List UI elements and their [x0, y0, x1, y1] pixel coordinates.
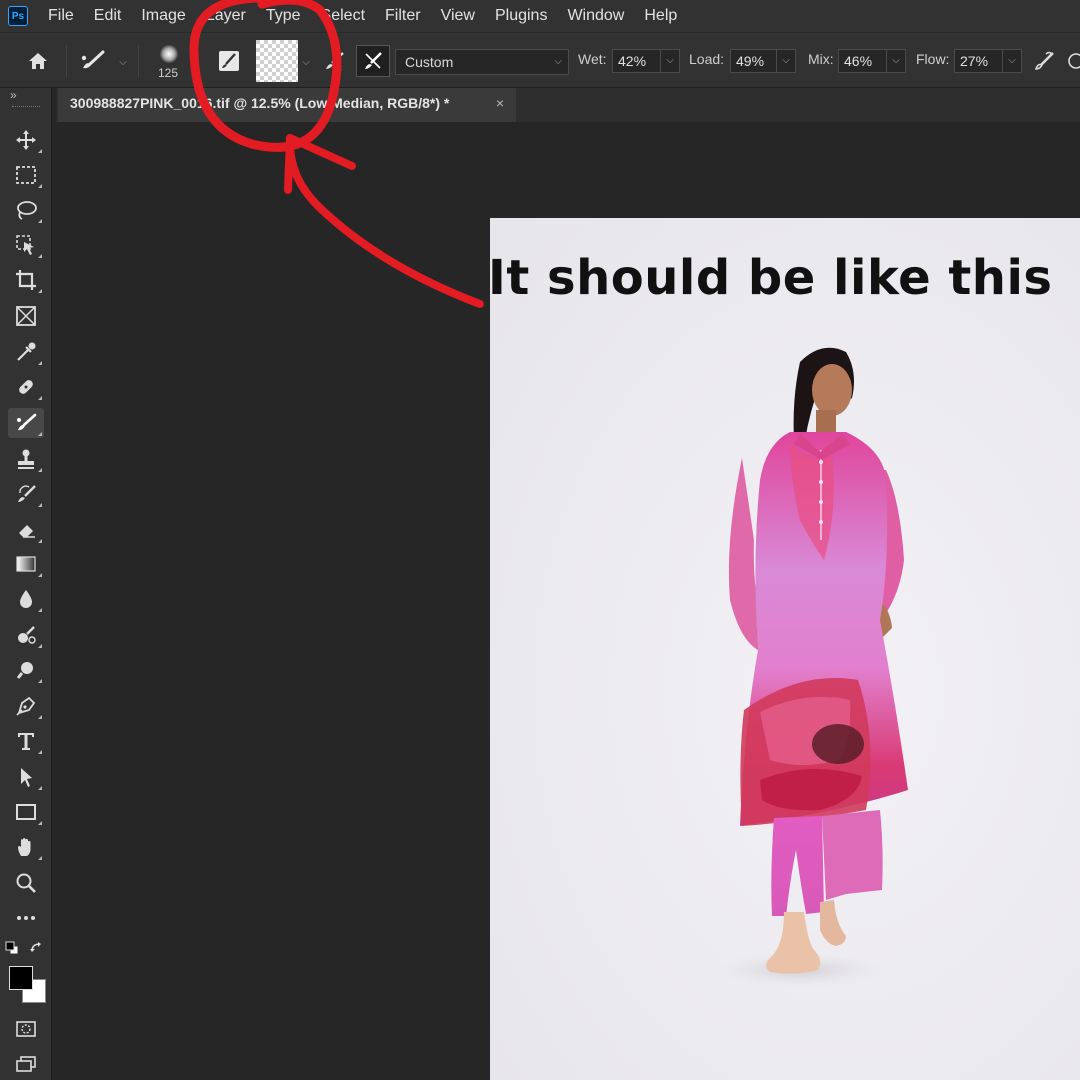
load-brush-after-stroke-icon[interactable]	[320, 47, 348, 75]
chevron-down-icon[interactable]: ⌵	[116, 55, 130, 69]
wet-field[interactable]: 42% ⌵	[612, 49, 680, 73]
sponge-magnify-tool-icon[interactable]	[8, 655, 44, 685]
flow-field[interactable]: 27% ⌵	[954, 49, 1022, 73]
chevron-down-icon[interactable]: ⌵	[886, 50, 905, 72]
flow-value: 27%	[960, 53, 989, 69]
divider	[66, 45, 67, 77]
tools-panel: »	[0, 88, 52, 1080]
sample-all-layers-icon[interactable]	[1064, 47, 1080, 75]
options-bar: ⌵ 125 ⌵ Custom ⌵ Wet: 42% ⌵ Load: 49% ⌵ …	[0, 32, 1080, 88]
quick-mask-icon[interactable]	[8, 1014, 44, 1044]
pen-tool-icon[interactable]	[8, 691, 44, 721]
airbrush-icon[interactable]	[1030, 47, 1058, 75]
screen-mode-icon[interactable]	[8, 1049, 44, 1079]
clean-brush-after-stroke-icon[interactable]	[356, 45, 390, 77]
hand-tool-icon[interactable]	[8, 832, 44, 862]
divider	[138, 45, 139, 77]
photoshop-logo: Ps	[8, 6, 28, 26]
mixer-brush-preset-icon[interactable]	[76, 47, 108, 75]
blur-tool-icon[interactable]	[8, 584, 44, 614]
menu-layer[interactable]: Layer	[196, 0, 256, 32]
eraser-tool-icon[interactable]	[8, 515, 44, 545]
document-tab-bar: 300988827PINK_0016.tif @ 12.5% (Low Medi…	[56, 88, 1080, 122]
gradient-tool-icon[interactable]	[8, 549, 44, 579]
zoom-tool-icon[interactable]	[8, 868, 44, 898]
current-brush-load-swatch[interactable]	[256, 40, 298, 82]
mix-field[interactable]: 46% ⌵	[838, 49, 906, 73]
load-value: 49%	[736, 53, 765, 69]
chevron-down-icon: ⌵	[554, 56, 562, 67]
menu-filter[interactable]: Filter	[375, 0, 431, 32]
eyedropper-tool-icon[interactable]	[8, 337, 44, 367]
document-tab[interactable]: 300988827PINK_0016.tif @ 12.5% (Low Medi…	[58, 88, 516, 122]
menu-plugins[interactable]: Plugins	[485, 0, 557, 32]
load-label: Load:	[689, 51, 725, 67]
history-brush-tool-icon[interactable]	[8, 479, 44, 509]
close-icon[interactable]: ×	[496, 88, 504, 118]
clone-stamp-tool-icon[interactable]	[8, 444, 44, 474]
wet-value: 42%	[618, 53, 647, 69]
brush-size-label: 125	[158, 66, 179, 80]
annotation-arrowhead	[284, 134, 356, 194]
mix-value: 46%	[844, 53, 873, 69]
flow-label: Flow:	[916, 51, 950, 67]
frame-tool-icon[interactable]	[8, 301, 44, 331]
blend-preset-dropdown[interactable]: Custom ⌵	[395, 49, 569, 75]
wet-label: Wet:	[578, 51, 607, 67]
mix-label: Mix:	[808, 51, 834, 67]
brush-tip-icon[interactable]	[156, 41, 182, 67]
chevron-down-icon[interactable]: ⌵	[660, 50, 679, 72]
rectangular-marquee-tool-icon[interactable]	[8, 160, 44, 190]
object-selection-tool-icon[interactable]	[8, 230, 44, 260]
menu-image[interactable]: Image	[131, 0, 195, 32]
menu-file[interactable]: File	[38, 0, 84, 32]
load-field[interactable]: 49% ⌵	[730, 49, 796, 73]
menu-view[interactable]: View	[431, 0, 485, 32]
annotation-arrow	[285, 134, 484, 308]
brush-settings-panel-icon[interactable]	[214, 47, 244, 75]
foreground-color-swatch[interactable]	[9, 966, 33, 990]
lasso-tool-icon[interactable]	[8, 195, 44, 225]
annotation-text: It should be like this	[488, 250, 1053, 306]
divider	[196, 45, 197, 77]
chevron-down-icon[interactable]: ⌵	[300, 55, 312, 69]
model-photo	[710, 347, 908, 988]
move-tool-icon[interactable]	[8, 125, 44, 155]
type-tool-icon[interactable]	[8, 726, 44, 756]
menu-bar: Ps File Edit Image Layer Type Select Fil…	[0, 0, 1080, 32]
panel-grip[interactable]	[12, 106, 40, 109]
swap-colors-icon[interactable]	[28, 940, 46, 956]
collapse-panel-icon[interactable]: »	[10, 88, 17, 102]
rectangle-tool-icon[interactable]	[8, 797, 44, 827]
document-tab-title: 300988827PINK_0016.tif @ 12.5% (Low Medi…	[70, 95, 450, 111]
default-colors-icon[interactable]	[4, 940, 20, 956]
blend-preset-value: Custom	[405, 54, 454, 70]
menu-help[interactable]: Help	[634, 0, 687, 32]
mixer-brush-tool-icon[interactable]	[8, 408, 44, 438]
home-icon[interactable]	[22, 47, 54, 75]
menu-edit[interactable]: Edit	[84, 0, 132, 32]
healing-brush-tool-icon[interactable]	[8, 372, 44, 402]
path-selection-tool-icon[interactable]	[8, 762, 44, 792]
menu-type[interactable]: Type	[256, 0, 311, 32]
crop-tool-icon[interactable]	[8, 265, 44, 295]
chevron-down-icon[interactable]: ⌵	[1002, 50, 1021, 72]
document-canvas[interactable]	[490, 218, 1080, 1080]
menu-select[interactable]: Select	[311, 0, 375, 32]
dodge-tool-icon[interactable]	[8, 620, 44, 650]
menu-window[interactable]: Window	[557, 0, 634, 32]
chevron-down-icon[interactable]: ⌵	[776, 50, 795, 72]
more-tools-icon[interactable]	[8, 903, 44, 933]
